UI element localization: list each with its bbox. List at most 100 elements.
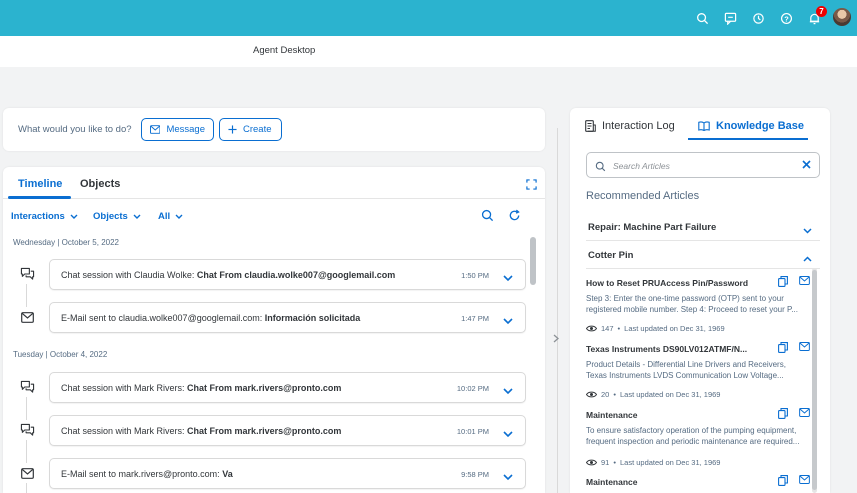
bell-icon[interactable]: 7 (805, 6, 827, 27)
entry-prefix: E-Mail sent to mark.rivers@pronto.com: (61, 469, 223, 479)
app-header: Agent Desktop (0, 36, 857, 67)
knowledge-base-panel: Interaction Log Knowledge Base Recommend… (570, 108, 830, 493)
copy-icon[interactable] (778, 342, 788, 353)
article-group-cotter-pin[interactable]: Cotter Pin (586, 242, 820, 269)
chevron-down-icon[interactable] (503, 269, 513, 287)
entry-time: 9:58 PM (461, 470, 489, 479)
page-title: Agent Desktop (253, 45, 316, 56)
tab-knowledge-base[interactable]: Knowledge Base (698, 120, 804, 132)
snippet-line: Texas Instruments LVDS Communication Low… (586, 370, 784, 380)
help-icon[interactable]: ? (777, 9, 795, 27)
entry-text: Chat session with Mark Rivers: Chat From… (61, 426, 341, 436)
snippet-line: Product Details - Differential Line Driv… (586, 360, 786, 369)
shell-bar: ? 7 (0, 0, 857, 36)
article-updated: Last updated on Dec 31, 1969 (624, 324, 725, 333)
timeline-panel: Timeline Objects Interactions Objects Al… (3, 167, 545, 493)
timeline-search-icon[interactable] (481, 209, 494, 227)
clear-icon[interactable] (802, 158, 811, 172)
chevron-right-icon[interactable] (553, 334, 559, 345)
chevron-down-icon[interactable] (503, 425, 513, 443)
article-title: How to Reset PRUAccess Pin/Password (586, 278, 749, 288)
timeline-scrollbar[interactable] (530, 237, 536, 285)
article-title: Maintenance (586, 410, 638, 420)
copy-icon[interactable] (778, 276, 788, 287)
timeline-entry[interactable]: E-Mail sent to claudia.wolke007@googlema… (49, 302, 526, 333)
copy-icon[interactable] (778, 475, 788, 486)
refresh-icon[interactable] (508, 209, 521, 227)
tab-timeline[interactable]: Timeline (18, 178, 62, 190)
book-icon (698, 121, 710, 131)
entry-subject: Información solicitada (264, 313, 361, 323)
entry-prefix: Chat session with Claudia Wolke: (61, 270, 197, 280)
entry-text: Chat session with Mark Rivers: Chat From… (61, 383, 341, 393)
entry-subject: Chat From mark.rivers@pronto.com (187, 426, 342, 436)
tab-objects[interactable]: Objects (80, 178, 120, 190)
entry-time: 1:47 PM (461, 314, 489, 323)
chevron-down-icon (133, 214, 141, 219)
article-meta: 147 • Last updated on Dec 31, 1969 (586, 324, 725, 333)
article-title: Texas Instruments DS90LV012ATMF/N... (586, 344, 748, 354)
entry-text: E-Mail sent to mark.rivers@pronto.com: V… (61, 469, 233, 479)
chat-icon (17, 377, 37, 397)
plus-icon (228, 125, 237, 134)
article-meta: 91 • Last updated on Dec 31, 1969 (586, 458, 720, 467)
entry-subject: Chat From mark.rivers@pronto.com (187, 383, 342, 393)
copy-icon[interactable] (778, 408, 788, 419)
tab-interaction-log-label: Interaction Log (602, 120, 675, 132)
panel-splitter[interactable] (557, 128, 558, 493)
mail-icon[interactable] (799, 276, 810, 285)
entry-time: 1:50 PM (461, 271, 489, 280)
article-group-repair[interactable]: Repair: Machine Part Failure (586, 214, 820, 241)
timeline-entry[interactable]: E-Mail sent to mark.rivers@pronto.com: V… (49, 458, 526, 489)
action-prompt: What would you like to do? (18, 124, 132, 135)
notification-badge: 7 (816, 6, 827, 17)
svg-text:?: ? (784, 14, 789, 23)
fullscreen-icon[interactable] (526, 177, 537, 195)
meta-separator: • (617, 324, 621, 333)
entry-time: 10:01 PM (456, 427, 489, 436)
create-button-label: Create (243, 124, 272, 135)
action-bar: What would you like to do? Message Creat… (3, 108, 545, 151)
article-snippet: Step 3: Enter the one-time password (OTP… (586, 294, 810, 315)
article-search-input[interactable] (613, 158, 793, 173)
chevron-down-icon (175, 214, 183, 219)
kb-scrollbar[interactable] (812, 270, 817, 490)
tab-selected-indicator (8, 196, 71, 199)
chevron-down-icon[interactable] (503, 382, 513, 400)
filter-interactions[interactable]: Interactions (11, 211, 78, 222)
article-views: 20 (601, 390, 610, 399)
filter-all[interactable]: All (158, 211, 183, 222)
article-group-label: Cotter Pin (588, 250, 634, 261)
entry-subject: Chat From claudia.wolke007@googlemail.co… (196, 270, 396, 280)
mail-icon[interactable] (799, 342, 810, 351)
chat-icon (17, 264, 37, 284)
create-button[interactable]: Create (219, 118, 282, 141)
history-icon[interactable] (749, 9, 767, 27)
chat-icon (17, 420, 37, 440)
eye-icon (586, 391, 597, 398)
filter-objects[interactable]: Objects (93, 211, 141, 222)
chevron-down-icon[interactable] (503, 468, 513, 486)
chevron-up-icon (803, 249, 812, 267)
timeline-entry[interactable]: Chat session with Mark Rivers: Chat From… (49, 415, 526, 446)
snippet-line: frequent inspection and periodic mainten… (586, 436, 800, 446)
filter-all-label: All (158, 211, 171, 222)
email-icon (17, 463, 37, 483)
search-icon[interactable] (693, 9, 711, 27)
entry-prefix: Chat session with Mark Rivers: (61, 426, 188, 436)
entry-text: Chat session with Claudia Wolke: Chat Fr… (61, 270, 395, 280)
mail-icon[interactable] (799, 408, 810, 417)
feedback-icon[interactable] (721, 9, 739, 27)
timeline-entry[interactable]: Chat session with Claudia Wolke: Chat Fr… (49, 259, 526, 290)
article-search-field[interactable] (586, 152, 820, 178)
chevron-down-icon[interactable] (503, 312, 513, 330)
mail-icon[interactable] (799, 475, 810, 484)
avatar[interactable] (833, 8, 851, 26)
entry-prefix: Chat session with Mark Rivers: (61, 383, 188, 393)
tab-interaction-log[interactable]: Interaction Log (585, 120, 675, 132)
recommended-articles-heading: Recommended Articles (586, 190, 700, 202)
timeline-entry[interactable]: Chat session with Mark Rivers: Chat From… (49, 372, 526, 403)
message-button[interactable]: Message (141, 118, 214, 141)
tab-selected-indicator (688, 138, 808, 140)
article-snippet: Product Details - Differential Line Driv… (586, 360, 810, 381)
